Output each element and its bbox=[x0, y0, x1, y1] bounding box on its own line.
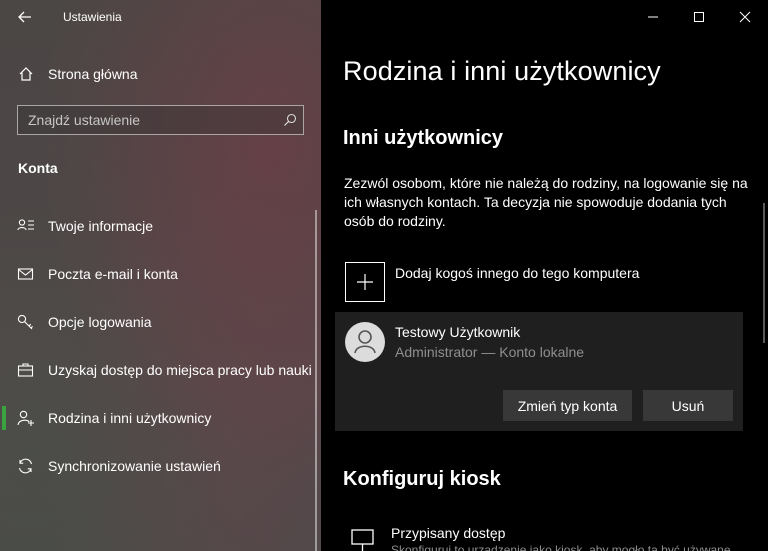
home-label: Strona główna bbox=[48, 66, 138, 82]
user-avatar-icon bbox=[354, 330, 376, 354]
person-info-icon bbox=[17, 218, 35, 234]
main-scrollbar[interactable] bbox=[763, 203, 765, 343]
close-icon bbox=[739, 11, 751, 23]
kiosk-heading: Konfiguruj kiosk bbox=[343, 468, 501, 490]
main-content: Rodzina i inni użytkownicy Inni użytkown… bbox=[321, 0, 768, 551]
user-card[interactable]: Testowy Użytkownik Administrator — Konto… bbox=[335, 312, 743, 431]
remove-user-button[interactable]: Usuń bbox=[643, 390, 733, 421]
selection-indicator bbox=[2, 406, 6, 430]
sidebar-item-label: Uzyskaj dostęp do miejsca pracy lub nauk… bbox=[48, 362, 312, 378]
sidebar-item-email[interactable]: Poczta e-mail i konta bbox=[0, 254, 321, 294]
sidebar-item-sync[interactable]: Synchronizowanie ustawień bbox=[0, 446, 321, 486]
other-users-description: Zezwól osobom, które nie należą do rodzi… bbox=[344, 175, 748, 229]
maximize-icon bbox=[694, 12, 704, 22]
search-box[interactable] bbox=[17, 105, 304, 135]
sidebar-item-label: Poczta e-mail i konta bbox=[48, 266, 178, 282]
add-person-icon bbox=[17, 410, 35, 426]
sidebar-item-work[interactable]: Uzyskaj dostęp do miejsca pracy lub nauk… bbox=[0, 350, 321, 390]
add-user-label: Dodaj kogoś innego do tego komputera bbox=[395, 265, 640, 281]
sidebar-item-family[interactable]: Rodzina i inni użytkownicy bbox=[0, 398, 321, 438]
add-user-tile[interactable] bbox=[345, 262, 385, 302]
sidebar-item-label: Rodzina i inni użytkownicy bbox=[48, 410, 212, 426]
sidebar-home[interactable]: Strona główna bbox=[0, 58, 321, 90]
avatar bbox=[345, 322, 385, 362]
sidebar-item-sign-in[interactable]: Opcje logowania bbox=[0, 302, 321, 342]
assigned-access-title: Przypisany dostęp bbox=[391, 525, 506, 541]
sidebar-scrollbar[interactable] bbox=[315, 210, 317, 551]
maximize-button[interactable] bbox=[676, 0, 722, 34]
section-label: Konta bbox=[18, 160, 58, 176]
assigned-access-description: Skonfiguruj to urządzenie jako kiosk, ab… bbox=[391, 543, 731, 551]
back-button[interactable] bbox=[6, 2, 44, 32]
other-users-heading: Inni użytkownicy bbox=[343, 127, 504, 149]
key-icon bbox=[17, 314, 35, 330]
sidebar-item-label: Synchronizowanie ustawień bbox=[48, 458, 221, 474]
mail-icon bbox=[17, 266, 35, 282]
user-name: Testowy Użytkownik bbox=[395, 324, 521, 340]
sidebar-item-label: Opcje logowania bbox=[48, 314, 152, 330]
user-role: Administrator — Konto lokalne bbox=[395, 344, 585, 360]
assigned-access-item[interactable]: Przypisany dostęp Skonfiguruj to urządze… bbox=[345, 520, 755, 551]
home-icon bbox=[18, 66, 34, 87]
sidebar: Ustawienia Strona główna Konta Twoje bbox=[0, 0, 321, 551]
search-input[interactable] bbox=[28, 111, 278, 129]
briefcase-icon bbox=[17, 362, 35, 378]
sidebar-item-label: Twoje informacje bbox=[48, 218, 154, 234]
minimize-button[interactable] bbox=[630, 0, 676, 34]
add-user-button[interactable]: Dodaj kogoś innego do tego komputera bbox=[345, 262, 745, 302]
page-title: Rodzina i inni użytkownicy bbox=[343, 56, 661, 86]
minimize-icon bbox=[648, 16, 658, 18]
monitor-icon bbox=[351, 524, 375, 551]
close-button[interactable] bbox=[722, 0, 768, 34]
sidebar-item-your-info[interactable]: Twoje informacje bbox=[0, 206, 321, 246]
sync-icon bbox=[17, 458, 35, 474]
change-account-type-button[interactable]: Zmień typ konta bbox=[503, 390, 632, 421]
arrow-left-icon bbox=[18, 11, 31, 23]
plus-icon bbox=[357, 274, 373, 290]
app-title: Ustawienia bbox=[63, 10, 122, 24]
search-icon[interactable] bbox=[283, 113, 297, 132]
